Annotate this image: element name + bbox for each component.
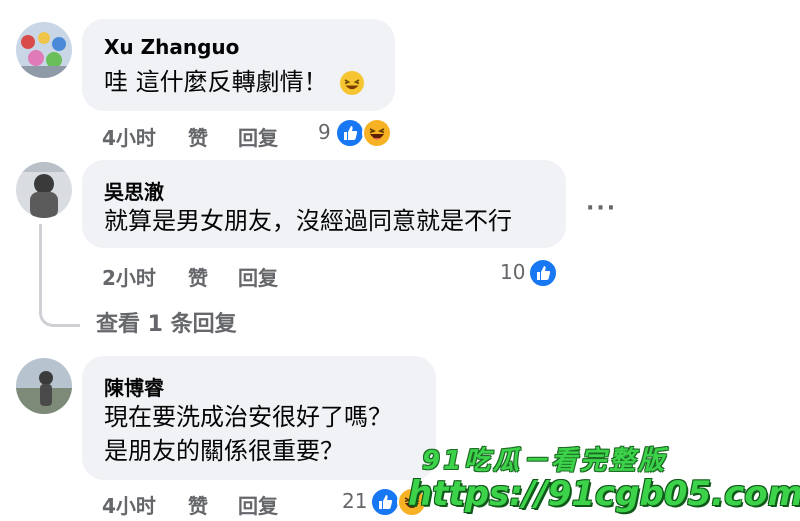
- watermark-url: https://91cgb05.com: [408, 474, 800, 514]
- comment-bubble: Xu Zhanguo 哇 這什麼反轉劇情！: [82, 19, 395, 111]
- comment-bubble: 吳思澈 就算是男女朋友，沒經過同意就是不行: [82, 160, 566, 248]
- avatar[interactable]: [16, 162, 72, 218]
- reaction-count: 10: [500, 260, 526, 284]
- comment-bubble: 陳博睿 現在要洗成治安很好了嗎？ 是朋友的關係很重要？: [82, 356, 436, 480]
- view-replies-link[interactable]: 查看 1 条回复: [96, 306, 237, 338]
- comment-author[interactable]: 陳博睿: [104, 372, 164, 401]
- reply-thread-line: [39, 224, 80, 327]
- reply-button[interactable]: 回复: [238, 122, 278, 151]
- like-button[interactable]: 赞: [188, 490, 208, 519]
- comment-actions: 2小时 赞 回复: [102, 262, 322, 291]
- watermark-title: 91吃瓜－看完整版: [422, 446, 668, 476]
- like-icon: [370, 487, 400, 517]
- like-icon: [528, 258, 558, 288]
- reaction-summary[interactable]: 10: [500, 258, 564, 288]
- more-options-button[interactable]: ···: [586, 196, 617, 221]
- reaction-summary[interactable]: 9: [318, 118, 398, 148]
- timestamp[interactable]: 2小时: [102, 262, 156, 291]
- avatar[interactable]: [16, 22, 72, 78]
- comment-text-line-1: 現在要洗成治安很好了嗎？: [104, 403, 392, 431]
- timestamp[interactable]: 4小时: [102, 490, 156, 519]
- comment-author[interactable]: Xu Zhanguo: [104, 35, 239, 59]
- reply-button[interactable]: 回复: [238, 490, 278, 519]
- like-button[interactable]: 赞: [188, 262, 208, 291]
- reply-button[interactable]: 回复: [238, 262, 278, 291]
- comment-actions: 4小时 赞 回复: [102, 490, 322, 519]
- reaction-count: 9: [318, 120, 331, 144]
- like-button[interactable]: 赞: [188, 122, 208, 151]
- comment-author[interactable]: 吳思澈: [104, 176, 164, 205]
- laughing-emoji-icon: [339, 70, 365, 96]
- comment-text-line-2: 是朋友的關係很重要？: [104, 437, 344, 465]
- avatar[interactable]: [16, 358, 72, 414]
- comment-text: 哇 這什麼反轉劇情！: [104, 65, 365, 100]
- reaction-count: 21: [342, 489, 368, 513]
- like-icon: [335, 118, 365, 148]
- timestamp[interactable]: 4小时: [102, 122, 156, 151]
- comment-actions: 4小时 赞 回复: [102, 122, 322, 151]
- comment-text: 就算是男女朋友，沒經過同意就是不行: [104, 207, 512, 235]
- haha-icon: [362, 118, 392, 148]
